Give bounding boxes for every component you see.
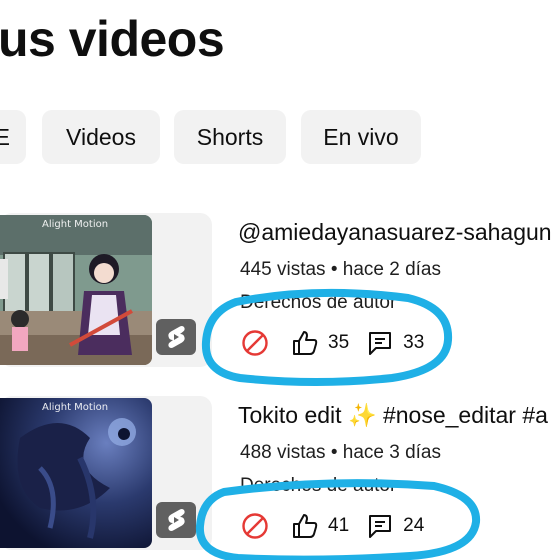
video-row[interactable]: Alight Motion Tokito edit ✨ #nose_editar… (0, 396, 560, 556)
shorts-icon (156, 319, 196, 355)
video-thumbnail[interactable]: Alight Motion (0, 215, 152, 365)
like-icon[interactable] (290, 511, 320, 541)
copyright-label: Derechos de autor (240, 294, 397, 313)
copyright-label: Derechos de autor (240, 477, 397, 496)
chip-live[interactable]: En vivo (301, 110, 421, 164)
chip-videos[interactable]: Videos (42, 110, 160, 164)
thumbnail-watermark: Alight Motion (42, 219, 109, 230)
page-title: us videos (0, 11, 225, 67)
copyright-status[interactable]: Derechos de autor (240, 294, 396, 314)
video-stats: 35 33 (240, 328, 424, 358)
comment-icon[interactable] (365, 511, 395, 541)
video-title[interactable]: @amiedayanasuarez-sahagun (238, 219, 552, 246)
like-count: 41 (328, 515, 350, 536)
video-title[interactable]: Tokito edit ✨ #nose_editar #a (238, 402, 548, 429)
video-row[interactable]: Alight Motion @amiedayanasuarez-sahagun … (0, 213, 560, 373)
thumbnail-image (0, 215, 152, 365)
like-count: 35 (328, 332, 350, 353)
thumbnail-watermark: Alight Motion (42, 402, 109, 413)
video-thumbnail-area[interactable]: Alight Motion (0, 213, 212, 367)
comment-icon[interactable] (365, 328, 395, 358)
copyright-status[interactable]: Derechos de autor (240, 477, 396, 497)
thumbnail-image (0, 398, 152, 548)
like-icon[interactable] (290, 328, 320, 358)
video-stats: 41 24 (240, 511, 424, 541)
video-meta: 445 vistas • hace 2 días (240, 259, 441, 280)
chip-filter-partial[interactable]: E (0, 110, 26, 164)
video-thumbnail[interactable]: Alight Motion (0, 398, 152, 548)
chip-shorts[interactable]: Shorts (174, 110, 286, 164)
video-thumbnail-area[interactable]: Alight Motion (0, 396, 212, 550)
comment-count: 24 (403, 515, 425, 536)
video-meta: 488 vistas • hace 3 días (240, 442, 441, 463)
restricted-icon[interactable] (240, 511, 270, 541)
shorts-icon (156, 502, 196, 538)
restricted-icon[interactable] (240, 328, 270, 358)
comment-count: 33 (403, 332, 425, 353)
